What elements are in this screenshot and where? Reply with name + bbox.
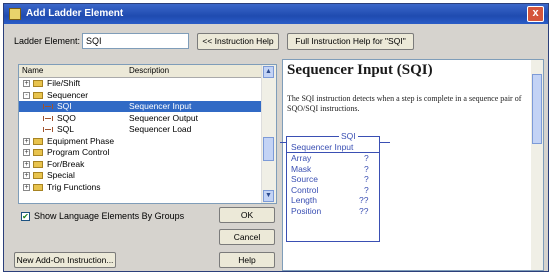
tree-item-description: Sequencer Load [129, 124, 192, 134]
expand-icon[interactable]: + [23, 160, 30, 168]
block-param-value: ? [364, 163, 369, 174]
tree-instruction-row[interactable]: SQO Sequencer Output [19, 113, 262, 124]
block-param-label: Position [291, 205, 322, 216]
close-button[interactable]: x [527, 6, 544, 22]
folder-icon [33, 183, 43, 191]
instruction-icon [43, 127, 53, 132]
block-header-divider [286, 152, 380, 153]
tree-folder-row[interactable]: + Trig Functions [19, 182, 262, 193]
block-param-label: Control [291, 184, 319, 195]
instruction-icon [43, 104, 53, 109]
instruction-icon [43, 115, 53, 121]
ok-button[interactable]: OK [219, 207, 275, 223]
app-icon [9, 8, 21, 20]
instruction-help-button[interactable]: << Instruction Help [197, 33, 279, 50]
tree-folder-row[interactable]: + For/Break [19, 159, 262, 170]
block-param-label: Length [291, 195, 317, 205]
tree-item-name: SQL [57, 124, 75, 134]
block-param-value: ? [364, 184, 369, 195]
tree-scrollbar[interactable]: ▲ ▼ [261, 65, 276, 203]
help-description: The SQI instruction detects when a step … [287, 94, 522, 113]
expand-icon[interactable]: + [23, 172, 30, 179]
help-scrollbar[interactable] [531, 60, 543, 270]
instruction-tree[interactable]: Name Description + File/Shift - Sequencer SQ… [18, 64, 277, 204]
window-title: Add Ladder Element [26, 8, 124, 19]
help-title: Sequencer Input (SQI) [287, 62, 433, 78]
rung-line-left [280, 142, 286, 143]
expand-icon[interactable]: + [23, 149, 30, 156]
full-instruction-help-button[interactable]: Full Instruction Help for "SQI" [287, 33, 414, 50]
expand-icon[interactable]: + [23, 137, 30, 145]
show-groups-checkbox[interactable]: ✔ [21, 212, 30, 221]
tree-header: Name Description [19, 65, 262, 78]
cancel-button[interactable]: Cancel [219, 229, 275, 245]
folder-icon [33, 149, 43, 156]
scroll-thumb[interactable] [263, 137, 274, 161]
block-name: SQI [339, 131, 358, 141]
tree-folder-row[interactable]: + Program Control [19, 147, 262, 158]
tree-folder-row[interactable]: + Special [19, 170, 262, 181]
block-param-label: Mask [291, 163, 312, 174]
tree-item-name: Special [47, 170, 75, 180]
block-param-value: ?? [359, 205, 369, 216]
folder-icon [33, 160, 43, 168]
tree-folder-row[interactable]: + File/Shift [19, 78, 262, 89]
expand-icon[interactable]: + [23, 80, 30, 87]
add-ladder-element-dialog: Add Ladder Element x Ladder Element: SQI… [3, 3, 549, 272]
block-param-value: ? [364, 174, 369, 184]
tree-item-name: Sequencer [47, 89, 89, 100]
collapse-icon[interactable]: - [23, 91, 30, 99]
tree-instruction-row[interactable]: SQL Sequencer Load [19, 124, 262, 135]
show-groups-label: Show Language Elements By Groups [34, 211, 185, 221]
scroll-up-icon[interactable]: ▲ [263, 66, 274, 78]
tree-item-description: Sequencer Output [129, 112, 198, 123]
block-param-value: ?? [359, 195, 369, 205]
block-param-label: Source [291, 174, 318, 184]
help-scroll-thumb[interactable] [532, 74, 542, 144]
tree-item-name: Equipment Phase [47, 135, 115, 146]
tree-item-name: For/Break [47, 158, 85, 169]
tree-item-name: Trig Functions [47, 181, 101, 192]
tree-folder-row[interactable]: + Equipment Phase [19, 136, 262, 147]
block-param-value: ? [364, 153, 369, 163]
tree-item-name: SQO [57, 112, 76, 123]
column-name[interactable]: Name [22, 66, 43, 75]
help-button[interactable]: Help [219, 252, 275, 268]
tree-instruction-row[interactable]: SQI Sequencer Input [19, 101, 262, 112]
tree-item-name: Program Control [47, 147, 110, 157]
ladder-element-label: Ladder Element: [14, 36, 81, 46]
scroll-down-icon[interactable]: ▼ [263, 190, 274, 202]
folder-icon [33, 80, 43, 87]
folder-icon [33, 172, 43, 179]
new-add-on-instruction-button[interactable]: New Add-On Instruction... [14, 252, 116, 268]
tree-folder-row[interactable]: - Sequencer [19, 90, 262, 101]
tree-item-description: Sequencer Input [129, 101, 192, 111]
tree-item-name: SQI [57, 101, 72, 111]
block-header: Sequencer Input [291, 142, 354, 152]
ladder-element-input[interactable]: SQI [82, 33, 189, 49]
column-description[interactable]: Description [129, 66, 169, 75]
rung-line-right [380, 142, 390, 143]
block-param-label: Array [291, 153, 312, 163]
expand-icon[interactable]: + [23, 183, 30, 191]
folder-icon [33, 91, 43, 99]
tree-item-name: File/Shift [47, 78, 81, 88]
title-bar[interactable]: Add Ladder Element x [4, 4, 548, 24]
folder-icon [33, 137, 43, 145]
